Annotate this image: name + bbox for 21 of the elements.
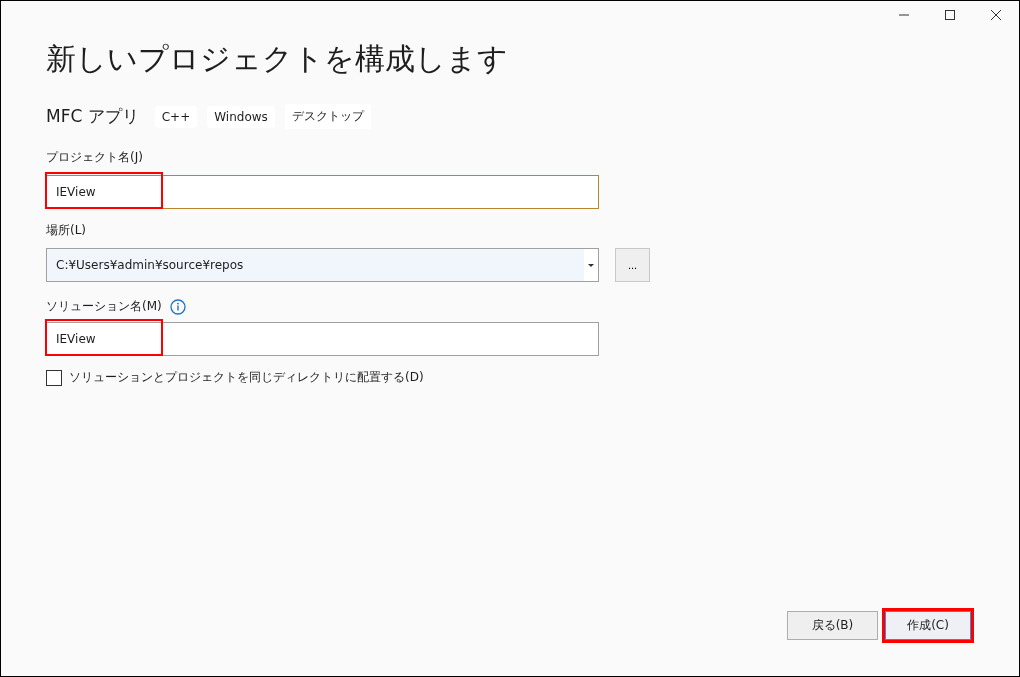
dialog-button[interactable]: 作成(C) [885,611,971,640]
template-name: MFC アプリ [46,105,139,128]
field-label: プロジェクト名(J) [46,149,144,166]
location-dropdown[interactable]: C:¥Users¥admin¥source¥repos [46,248,599,282]
maximize-icon[interactable] [944,9,956,21]
field-label: 場所(L) [46,222,88,239]
info-icon[interactable] [169,298,186,315]
dropdown-value: C:¥Users¥admin¥source¥repos [55,258,245,272]
text-field[interactable]: IEView [46,322,599,356]
caret-icon [588,263,594,267]
tag: Windows [207,105,275,128]
tag: C++ [154,105,198,128]
browse-button[interactable]: ... [615,248,650,282]
text-field[interactable]: IEView [46,175,599,209]
close-icon[interactable] [990,9,1002,21]
tag: デスクトップ [284,104,371,129]
page-title: 新しいプロジェクトを構成します [46,40,509,78]
checkbox-label: ソリューションとプロジェクトを同じディレクトリに配置する(D) [69,369,424,386]
dialog-button[interactable]: 戻る(B) [787,611,878,640]
checkbox[interactable] [46,369,62,386]
field-label: ソリューション名(M) [46,298,162,315]
